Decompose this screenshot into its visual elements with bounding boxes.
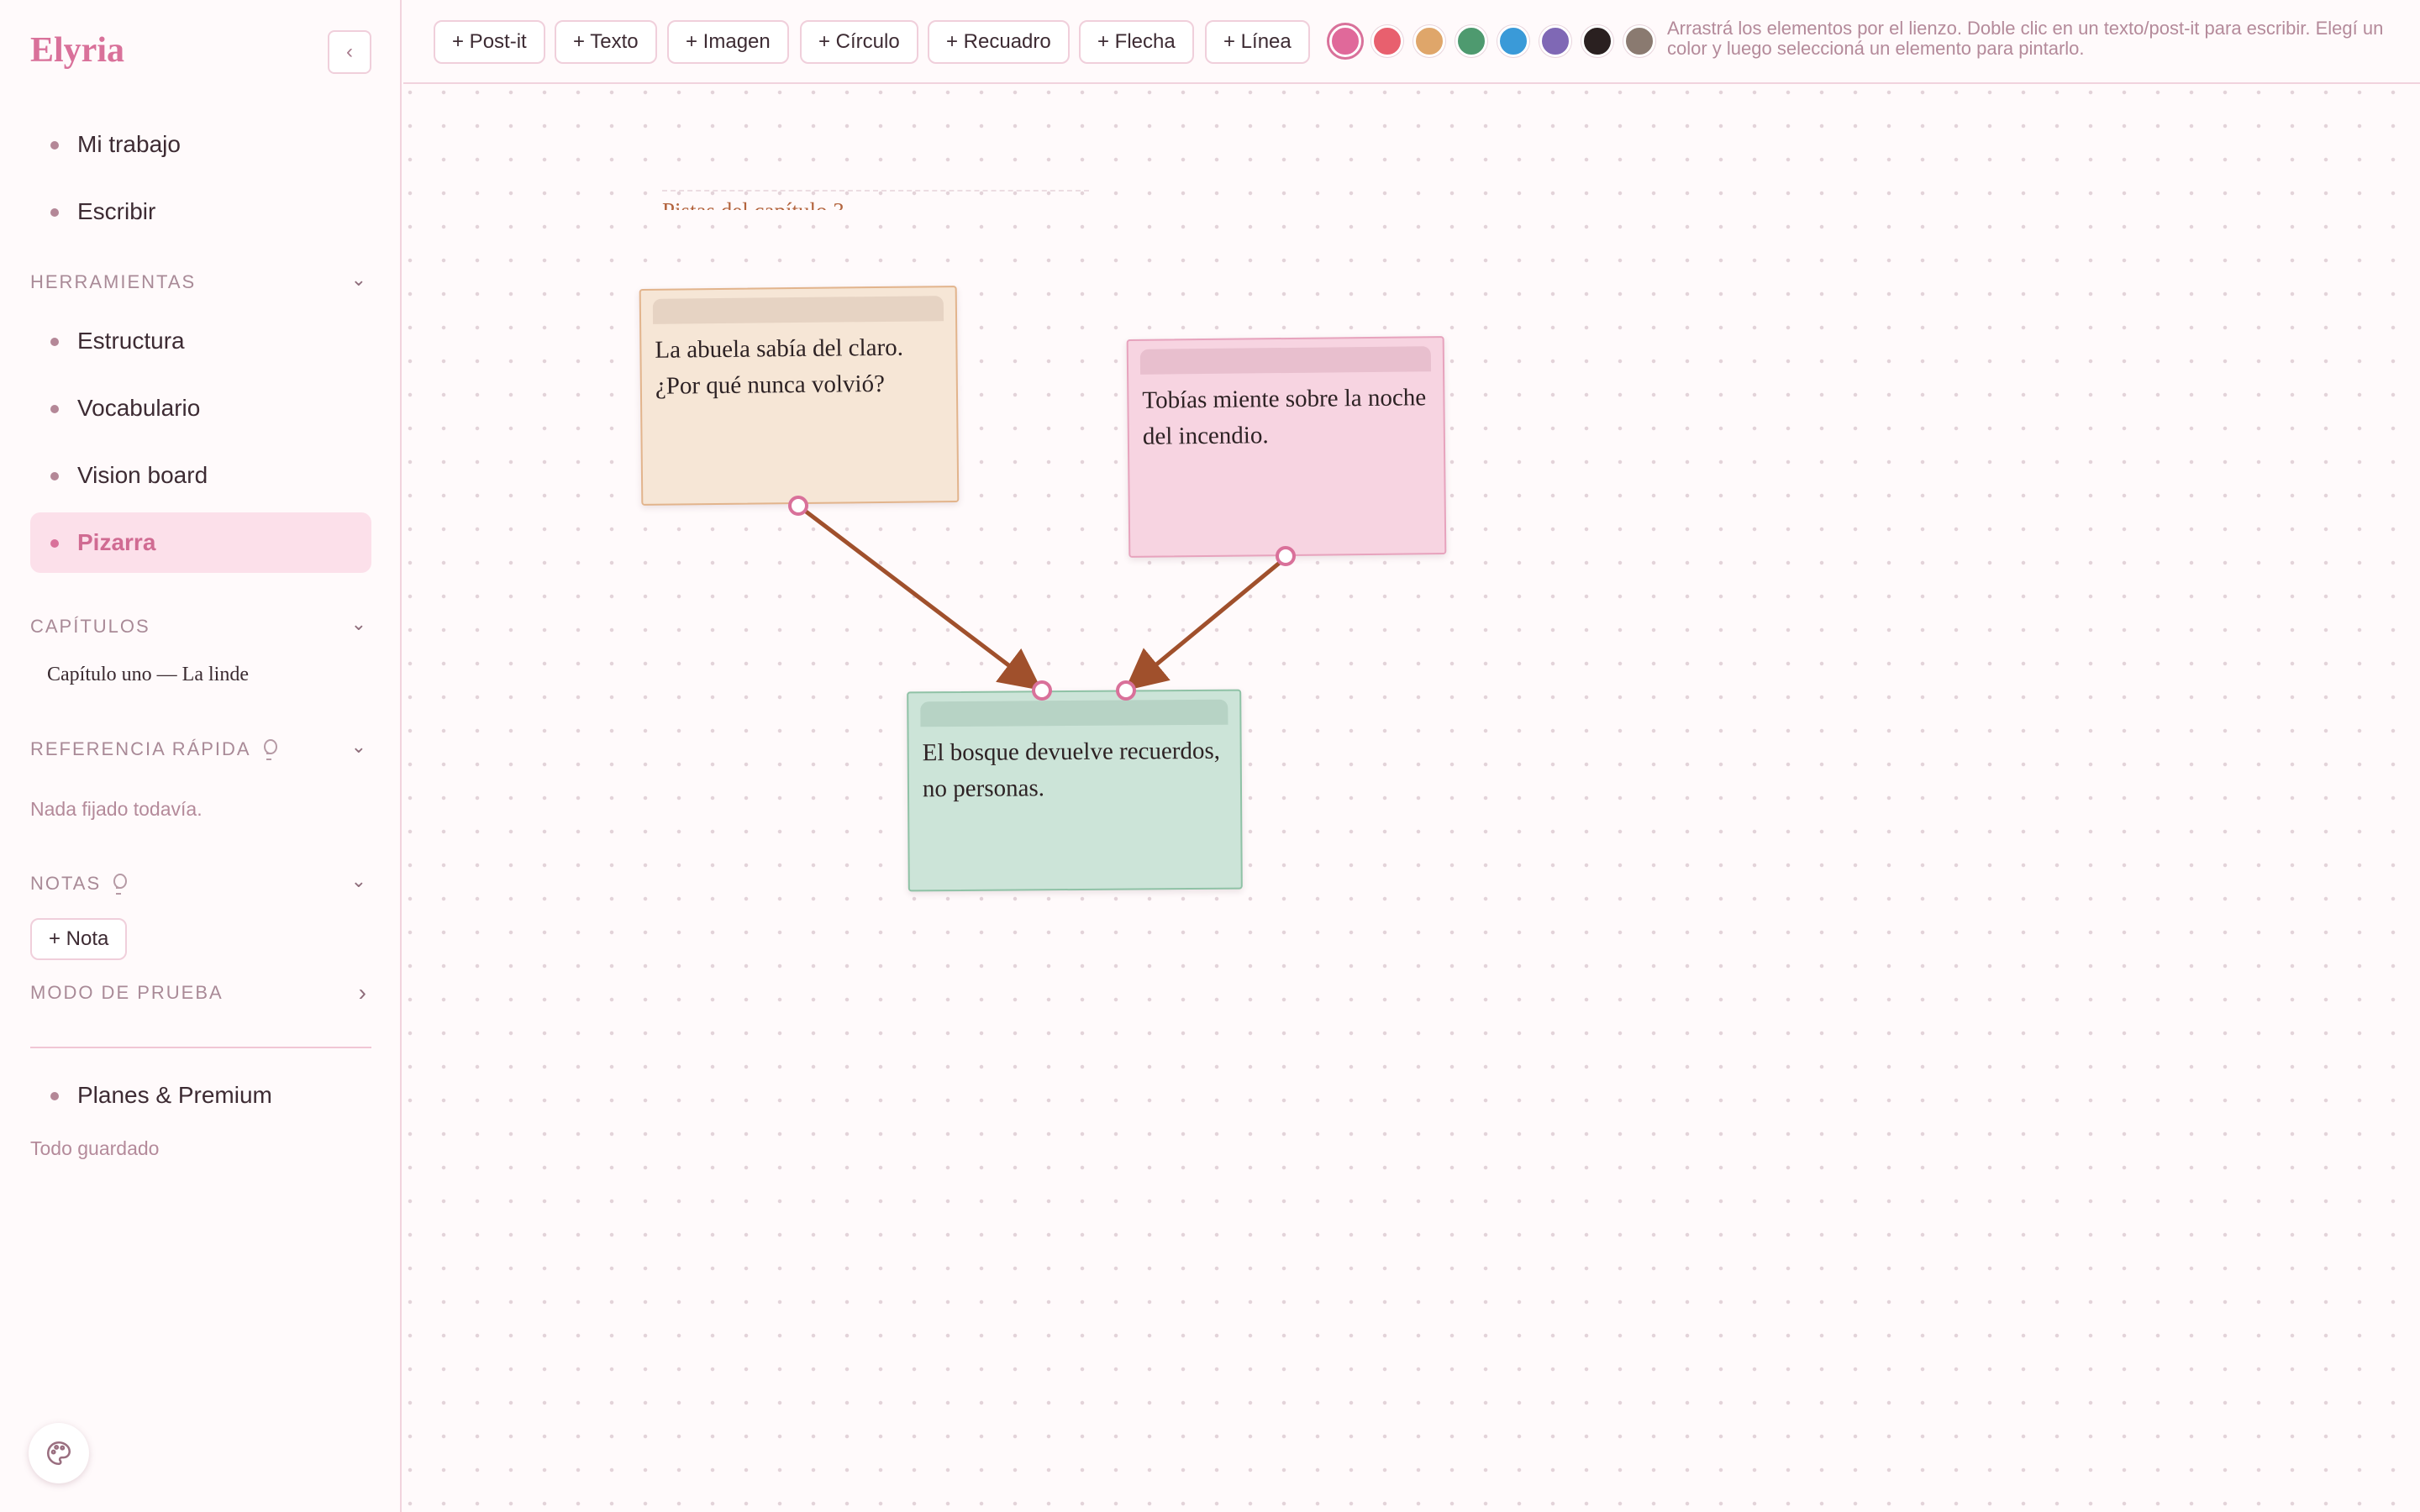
bullet-icon	[50, 208, 59, 217]
divider	[30, 1047, 371, 1048]
bullet-icon	[50, 472, 59, 480]
chevron-down-icon: ⌄	[350, 736, 368, 757]
sidebar: Elyria ‹ Mi trabajo Escribir HERRAMIENTA…	[0, 0, 402, 1512]
sidebar-item-label: Planes & Premium	[77, 1082, 272, 1108]
sticky-note[interactable]: La abuela sabía del claro. ¿Por qué nunc…	[639, 286, 960, 506]
sticky-note-text[interactable]: El bosque devuelve recuerdos, no persona…	[923, 738, 1221, 802]
color-swatch-blue[interactable]	[1497, 25, 1529, 57]
sticky-note-text[interactable]: La abuela sabía del claro. ¿Por qué nunc…	[655, 334, 903, 400]
sidebar-item-planes-premium[interactable]: Planes & Premium	[30, 1065, 371, 1126]
add-image-button[interactable]: + Imagen	[667, 20, 789, 64]
sticky-drag-handle[interactable]	[652, 296, 944, 324]
toolbar-hint: Arrastrá los elementos por el lienzo. Do…	[1667, 18, 2384, 59]
sticky-note[interactable]: Tobías miente sobre la noche del incendi…	[1126, 336, 1447, 558]
add-text-button[interactable]: + Texto	[555, 20, 657, 64]
bullet-icon	[50, 1092, 59, 1100]
section-referencia-rapida[interactable]: REFERENCIA RÁPIDA ⌄	[30, 736, 371, 763]
color-swatch-green[interactable]	[1455, 25, 1487, 57]
color-swatch-gray[interactable]	[1623, 25, 1655, 57]
sticky-note-text[interactable]: Tobías miente sobre la noche del incendi…	[1142, 384, 1426, 450]
lightbulb-icon	[113, 874, 128, 895]
whiteboard-canvas[interactable]: Pistas del capítulo 3 La abuela sabía de…	[403, 86, 2420, 1512]
section-herramientas[interactable]: HERRAMIENTAS ⌄	[30, 269, 371, 296]
color-swatch-red[interactable]	[1371, 25, 1403, 57]
bullet-icon	[50, 141, 59, 150]
chevron-down-icon: ⌄	[350, 269, 368, 290]
sidebar-item-label: Vocabulario	[77, 395, 201, 421]
lightbulb-icon	[263, 739, 277, 760]
section-notas[interactable]: NOTAS ⌄	[30, 870, 371, 897]
color-swatch-black[interactable]	[1581, 25, 1613, 57]
sidebar-item-vocabulario[interactable]: Vocabulario	[30, 378, 371, 438]
save-status: Todo guardado	[30, 1137, 160, 1159]
sidebar-item-estructura[interactable]: Estructura	[30, 311, 371, 371]
bullet-icon	[50, 539, 59, 548]
color-swatch-tan[interactable]	[1413, 25, 1445, 57]
section-title: REFERENCIA RÁPIDA	[30, 738, 251, 759]
add-arrow-button[interactable]: + Flecha	[1079, 20, 1194, 64]
add-circle-button[interactable]: + Círculo	[800, 20, 918, 64]
sticky-drag-handle[interactable]	[920, 699, 1228, 727]
add-postit-button[interactable]: + Post-it	[434, 20, 545, 64]
bullet-icon	[50, 405, 59, 413]
chapter-item[interactable]: Capítulo uno — La linde	[47, 664, 249, 686]
section-modo-de-prueba[interactable]: MODO DE PRUEBA ›	[30, 979, 371, 1006]
bullet-icon	[50, 338, 59, 346]
palette-icon	[46, 1441, 71, 1466]
add-box-button[interactable]: + Recuadro	[928, 20, 1070, 64]
sidebar-item-label: Mi trabajo	[77, 131, 181, 157]
sidebar-item-label: Escribir	[77, 198, 156, 224]
theme-palette-button[interactable]	[29, 1423, 89, 1483]
brand-logo[interactable]: Elyria	[30, 30, 124, 71]
arrow-connector[interactable]	[797, 504, 1042, 691]
sticky-drag-handle[interactable]	[1139, 346, 1432, 375]
chevron-down-icon: ⌄	[350, 613, 368, 634]
canvas-toolbar: + Post-it + Texto + Imagen + Círculo + R…	[403, 0, 2420, 84]
section-title: CAPÍTULOS	[30, 616, 150, 637]
frame-title[interactable]: Pistas del capítulo 3	[662, 190, 1089, 210]
section-capitulos[interactable]: CAPÍTULOS ⌄	[30, 613, 371, 640]
color-swatch-purple[interactable]	[1539, 25, 1571, 57]
section-title: MODO DE PRUEBA	[30, 982, 224, 1003]
sidebar-item-escribir[interactable]: Escribir	[30, 181, 371, 242]
chevron-down-icon: ⌄	[350, 870, 368, 891]
sidebar-item-label: Estructura	[77, 328, 185, 354]
chevron-left-icon: ‹	[346, 40, 353, 63]
sidebar-item-label: Vision board	[77, 462, 208, 488]
color-swatch-pink[interactable]	[1329, 25, 1361, 57]
sidebar-item-vision-board[interactable]: Vision board	[30, 445, 371, 506]
add-note-button[interactable]: + Nota	[30, 918, 128, 960]
sidebar-item-pizarra[interactable]: Pizarra	[30, 512, 371, 573]
sidebar-item-label: Pizarra	[77, 529, 156, 555]
section-title: NOTAS	[30, 873, 102, 894]
quickref-empty-text: Nada fijado todavía.	[30, 798, 203, 820]
add-line-button[interactable]: + Línea	[1205, 20, 1310, 64]
arrow-connector[interactable]	[1124, 556, 1287, 691]
sticky-note[interactable]: El bosque devuelve recuerdos, no persona…	[907, 689, 1243, 892]
sidebar-item-mi-trabajo[interactable]: Mi trabajo	[30, 114, 371, 175]
chevron-right-icon: ›	[358, 979, 368, 1005]
collapse-sidebar-button[interactable]: ‹	[328, 30, 371, 74]
section-title: HERRAMIENTAS	[30, 271, 197, 292]
